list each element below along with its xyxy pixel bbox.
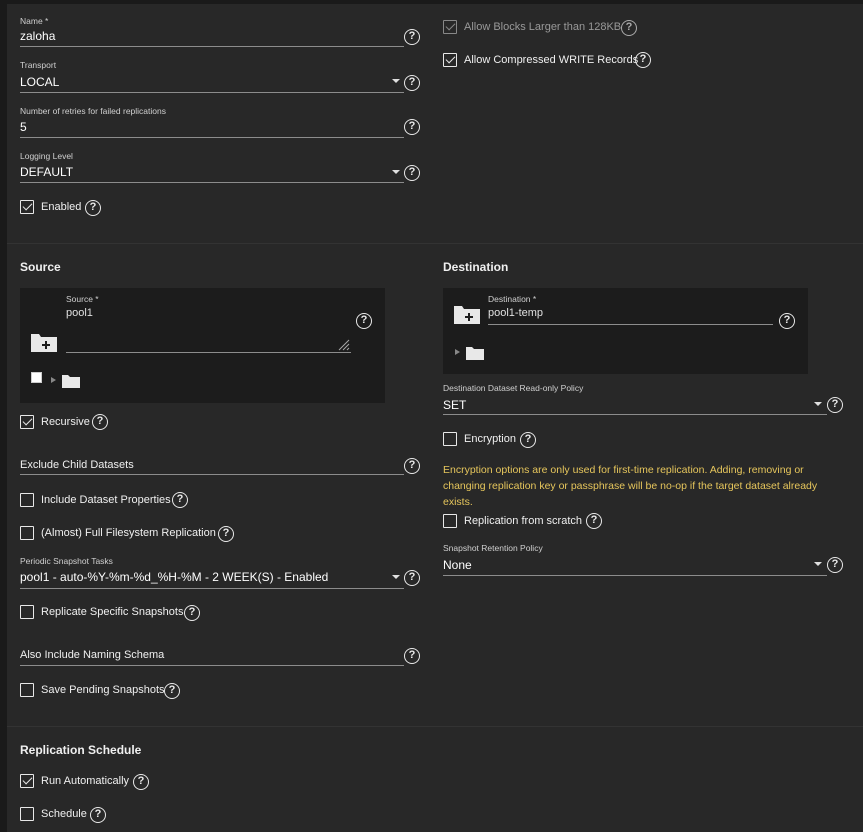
retention-select[interactable]: None (443, 558, 472, 572)
run-auto-checkbox[interactable] (20, 774, 34, 788)
transport-select[interactable]: LOCAL (20, 75, 59, 89)
source-underline (66, 352, 351, 353)
save-pending-help-icon[interactable]: ? (164, 683, 180, 699)
logging-help-icon[interactable]: ? (404, 165, 420, 181)
include-props-checkbox[interactable] (20, 493, 34, 507)
source-field-label: Source * (66, 294, 99, 304)
destination-field-label: Destination * (488, 294, 537, 304)
save-pending-checkbox[interactable] (20, 683, 34, 697)
full-fs-label: (Almost) Full Filesystem Replication (41, 527, 216, 539)
readonly-select[interactable]: SET (443, 398, 466, 412)
allow-compressed-label: Allow Compressed WRITE Records (464, 54, 639, 66)
encryption-warning: Encryption options are only used for fir… (443, 464, 818, 508)
name-underline (20, 46, 404, 47)
name-help-icon[interactable]: ? (404, 29, 420, 45)
tree-node-checkbox[interactable] (31, 372, 42, 383)
recursive-help-icon[interactable]: ? (92, 414, 108, 430)
source-title: Source (20, 260, 61, 274)
replicate-specific-checkbox[interactable] (20, 605, 34, 619)
retention-label: Snapshot Retention Policy (443, 543, 543, 553)
allow-blocks-checkbox[interactable] (443, 20, 457, 34)
replicate-specific-help-icon[interactable]: ? (184, 605, 200, 621)
exclude-underline (20, 474, 404, 475)
enabled-checkbox[interactable] (20, 200, 34, 214)
periodic-label: Periodic Snapshot Tasks (20, 556, 113, 566)
encryption-help-icon[interactable]: ? (520, 432, 536, 448)
destination-input[interactable]: pool1-temp (488, 307, 543, 319)
periodic-underline (20, 588, 404, 589)
name-input[interactable]: zaloha (20, 29, 55, 43)
source-help-icon[interactable]: ? (356, 313, 372, 329)
save-pending-label: Save Pending Snapshots (41, 684, 165, 696)
schedule-label: Schedule (41, 808, 87, 820)
naming-schema-input[interactable]: Also Include Naming Schema (20, 649, 164, 661)
retries-help-icon[interactable]: ? (404, 119, 420, 135)
transport-help-icon[interactable]: ? (404, 75, 420, 91)
folder-icon (466, 347, 484, 360)
allow-blocks-help-icon[interactable]: ? (621, 20, 637, 36)
retries-underline (20, 137, 404, 138)
retention-chevron-down-icon[interactable] (814, 562, 822, 566)
include-props-label: Include Dataset Properties (41, 494, 171, 506)
logging-chevron-down-icon[interactable] (392, 170, 400, 174)
run-auto-label: Run Automatically (41, 775, 130, 787)
logging-label: Logging Level (20, 151, 73, 161)
full-fs-help-icon[interactable]: ? (218, 526, 234, 542)
logging-underline (20, 182, 404, 183)
logging-select[interactable]: DEFAULT (20, 165, 73, 179)
folder-icon (62, 375, 80, 388)
add-folder-icon[interactable] (453, 303, 481, 325)
section-divider (7, 243, 863, 244)
include-props-help-icon[interactable]: ? (172, 492, 188, 508)
scratch-label: Replication from scratch (464, 515, 582, 527)
periodic-help-icon[interactable]: ? (404, 570, 420, 586)
allow-compressed-checkbox[interactable] (443, 53, 457, 67)
readonly-help-icon[interactable]: ? (827, 397, 843, 413)
transport-label: Transport (20, 60, 57, 70)
tree-expand-icon[interactable] (51, 377, 56, 383)
periodic-chevron-down-icon[interactable] (392, 575, 400, 579)
recursive-checkbox[interactable] (20, 415, 34, 429)
replicate-specific-label: Replicate Specific Snapshots (41, 606, 184, 618)
enabled-label: Enabled (41, 201, 82, 213)
exclude-input[interactable]: Exclude Child Datasets (20, 459, 134, 471)
encryption-label: Encryption (464, 433, 516, 445)
encryption-checkbox[interactable] (443, 432, 457, 446)
destination-help-icon[interactable]: ? (779, 313, 795, 329)
name-label: Name * (20, 16, 49, 26)
allow-blocks-label: Allow Blocks Larger than 128KB (464, 21, 622, 33)
readonly-chevron-down-icon[interactable] (814, 402, 822, 406)
naming-schema-help-icon[interactable]: ? (404, 648, 420, 664)
transport-underline (20, 92, 404, 93)
tree-expand-icon[interactable] (455, 349, 460, 355)
retention-underline (443, 575, 827, 576)
full-fs-checkbox[interactable] (20, 526, 34, 540)
scratch-checkbox[interactable] (443, 514, 457, 528)
scratch-help-icon[interactable]: ? (586, 513, 602, 529)
resize-handle-icon[interactable] (338, 339, 350, 351)
replication-form (7, 4, 863, 832)
transport-chevron-down-icon[interactable] (392, 79, 400, 83)
enabled-help-icon[interactable]: ? (85, 200, 101, 216)
retries-input[interactable]: 5 (20, 120, 27, 134)
destination-underline (488, 324, 773, 325)
destination-title: Destination (443, 260, 509, 274)
allow-compressed-help-icon[interactable]: ? (635, 52, 651, 68)
readonly-underline (443, 414, 827, 415)
schedule-help-icon[interactable]: ? (90, 807, 106, 823)
naming-schema-underline (20, 665, 404, 666)
schedule-title: Replication Schedule (20, 743, 142, 757)
add-folder-icon[interactable] (30, 331, 58, 353)
periodic-select[interactable]: pool1 - auto-%Y-%m-%d_%H-%M - 2 WEEK(S) … (20, 570, 328, 584)
exclude-help-icon[interactable]: ? (404, 458, 420, 474)
run-auto-help-icon[interactable]: ? (133, 774, 149, 790)
retention-help-icon[interactable]: ? (827, 557, 843, 573)
section-divider (7, 726, 863, 727)
schedule-checkbox[interactable] (20, 807, 34, 821)
readonly-label: Destination Dataset Read-only Policy (443, 383, 584, 393)
source-textarea[interactable]: pool1 (66, 307, 93, 319)
retries-label: Number of retries for failed replication… (20, 106, 166, 116)
recursive-label: Recursive (41, 416, 90, 428)
